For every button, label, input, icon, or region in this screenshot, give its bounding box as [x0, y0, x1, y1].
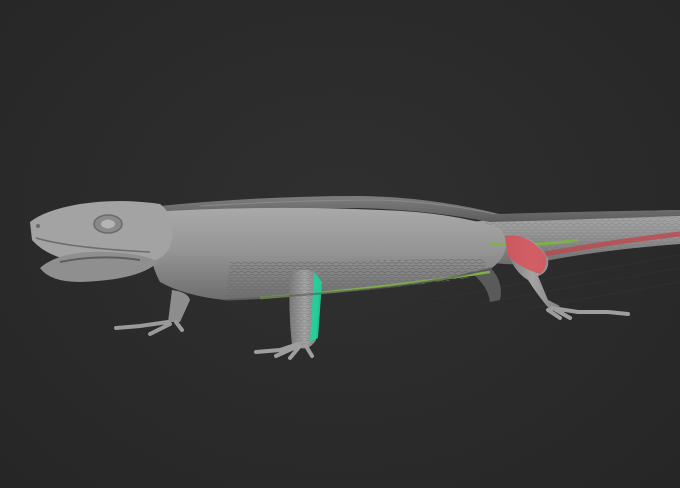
sculpt-canvas[interactable] [0, 0, 680, 488]
front-leg-far [114, 290, 190, 336]
3d-viewport[interactable] [0, 0, 680, 488]
lizard-head [30, 201, 173, 282]
